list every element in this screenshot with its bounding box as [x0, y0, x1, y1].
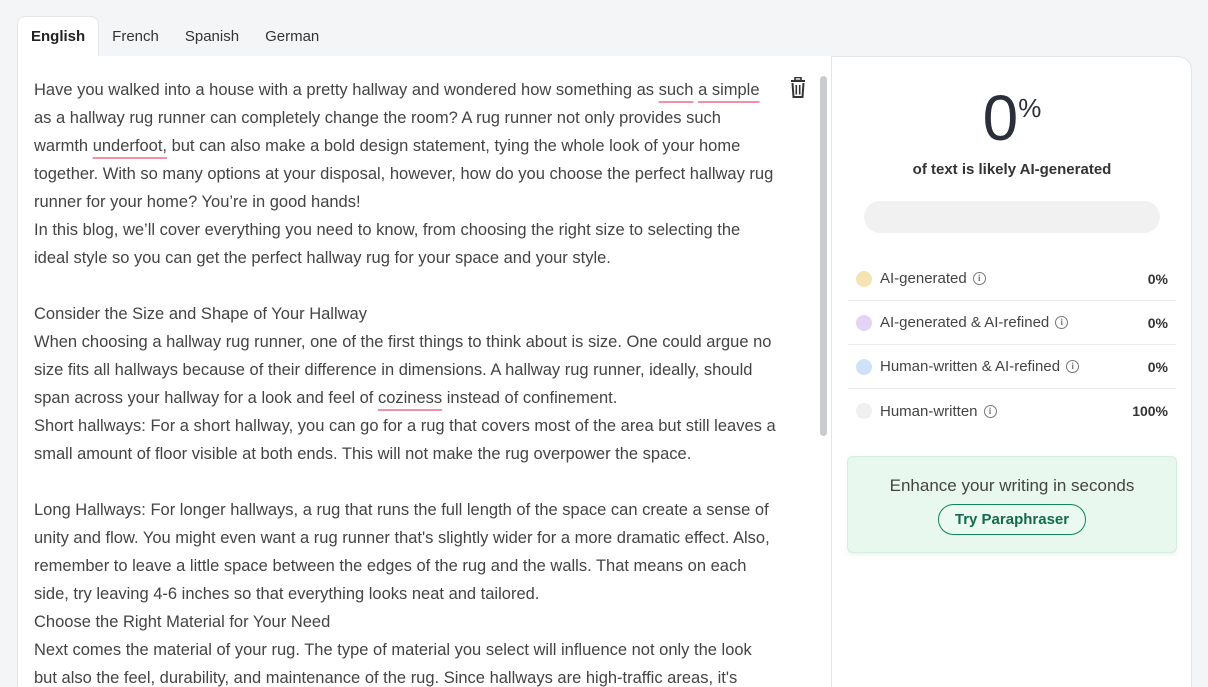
ai-score-value: 0: [982, 82, 1019, 154]
editor-paragraph: Long Hallways: For longer hallways, a ru…: [34, 501, 770, 603]
breakdown-label: AI-generated & AI-refined: [880, 314, 1050, 331]
breakdown-row-ai-generated: AI-generated i 0%: [848, 257, 1176, 301]
breakdown-value: 100%: [1132, 403, 1168, 419]
editor-paragraph: In this blog, we’ll cover everything you…: [34, 221, 741, 267]
editor-blank-line: [34, 468, 779, 496]
info-icon[interactable]: i: [983, 404, 997, 418]
breakdown-value: 0%: [1147, 358, 1168, 375]
human-written-color-dot: [856, 403, 872, 419]
flagged-word[interactable]: coziness: [378, 389, 442, 407]
breakdown-value: 0%: [1147, 270, 1168, 287]
human-ai-refined-color-dot: [856, 358, 872, 375]
ai-refined-color-dot: [856, 314, 872, 331]
editor-paragraph: Have you walked into a house with a pret…: [34, 81, 774, 211]
try-paraphraser-button[interactable]: Try Paraphraser: [937, 504, 1087, 535]
tab-german[interactable]: German: [252, 16, 332, 56]
editor-paragraph: When choosing a hallway rug runner, one …: [34, 333, 772, 407]
editor-paragraph: Next comes the material of your rug. The…: [34, 641, 752, 687]
editor-paragraph: Choose the Right Material for Your Need: [34, 613, 331, 631]
flagged-word[interactable]: such: [659, 81, 694, 99]
trash-icon[interactable]: [788, 76, 808, 99]
breakdown-label: Human-written & AI-refined: [880, 358, 1061, 375]
flagged-word[interactable]: underfoot,: [93, 137, 167, 155]
ai-generated-color-dot: [856, 270, 872, 287]
breakdown-label: Human-written: [880, 402, 978, 420]
text-editor[interactable]: Have you walked into a house with a pret…: [17, 56, 832, 687]
info-icon[interactable]: i: [1066, 360, 1080, 373]
breakdown-list: AI-generated i 0% AI-generated & AI-refi…: [848, 257, 1176, 433]
breakdown-label: AI-generated: [880, 270, 967, 287]
paraphraser-promo: Enhance your writing in seconds Try Para…: [847, 456, 1177, 553]
ai-score: 0%: [832, 81, 1192, 155]
breakdown-value: 0%: [1147, 314, 1168, 331]
tab-spanish[interactable]: Spanish: [172, 16, 252, 56]
tab-english[interactable]: English: [17, 16, 100, 56]
editor-text[interactable]: Have you walked into a house with a pret…: [34, 76, 779, 687]
editor-paragraph: Consider the Size and Shape of Your Hall…: [34, 305, 367, 323]
info-icon[interactable]: i: [1055, 316, 1069, 329]
ai-score-caption: of text is likely AI-generated: [912, 161, 1112, 178]
breakdown-row-ai-generated-ai-refined: AI-generated & AI-refined i 0%: [848, 301, 1176, 345]
tab-french[interactable]: French: [99, 16, 172, 56]
info-icon[interactable]: i: [972, 272, 986, 285]
promo-title: Enhance your writing in seconds: [889, 476, 1135, 495]
flagged-word[interactable]: a simple: [698, 81, 759, 99]
ai-score-unit: %: [1018, 93, 1042, 123]
breakdown-row-human-written: Human-written i 100%: [848, 389, 1176, 433]
language-tabs: English French Spanish German: [17, 16, 332, 56]
ai-score-bar: [864, 201, 1160, 233]
editor-blank-line: [34, 272, 779, 300]
editor-scrollbar[interactable]: [820, 76, 827, 436]
breakdown-row-human-written-ai-refined: Human-written & AI-refined i 0%: [848, 345, 1176, 389]
editor-paragraph: Short hallways: For a short hallway, you…: [34, 417, 776, 463]
results-panel: 0% of text is likely AI-generated AI-gen…: [832, 56, 1192, 687]
